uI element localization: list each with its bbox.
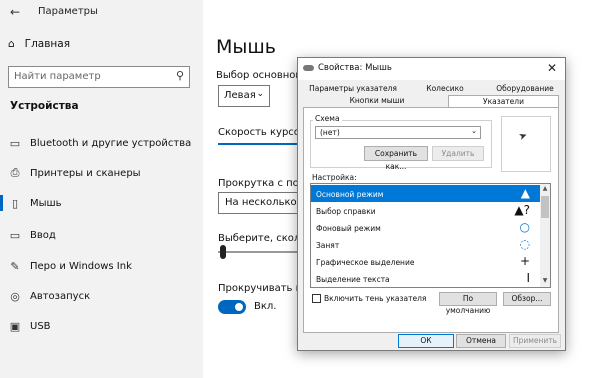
cursor-list[interactable]: Основной режим ▲ Выбор справки ▲? Фоновы… (310, 183, 551, 288)
primary-button-select[interactable]: Левая ⌄ (218, 85, 270, 107)
home-icon: ⌂ (8, 38, 15, 50)
pointer-shadow-checkbox[interactable] (312, 294, 321, 303)
cursor-name: Основной режим (316, 190, 384, 199)
sidebar-item-label: USB (30, 320, 51, 332)
list-item[interactable]: Выбор справки ▲? (311, 202, 540, 219)
sidebar-item-printers[interactable]: ⎙ Принтеры и сканеры (0, 159, 203, 187)
lines-slider-track (218, 251, 298, 253)
sidebar-item-mouse[interactable]: ▯ Мышь (0, 189, 203, 217)
list-item[interactable]: Фоновый режим ○ (311, 219, 540, 236)
sidebar-item-label: Bluetooth и другие устройства (30, 137, 192, 149)
bluetooth-icon: ▭ (9, 136, 21, 150)
cursor-speed-underline (218, 143, 298, 145)
sidebar-item-usb[interactable]: ▣ USB (0, 312, 203, 340)
sidebar-item-typing[interactable]: ▭ Ввод (0, 221, 203, 249)
tab-pointer-options[interactable]: Параметры указателя (306, 83, 400, 95)
sidebar-item-pen[interactable]: ✎ Перо и Windows Ink (0, 252, 203, 280)
scroll-up-icon[interactable]: ▲ (540, 185, 550, 192)
cursor-name: Выбор справки (316, 207, 376, 216)
autoplay-icon: ◎ (10, 289, 20, 303)
default-button[interactable]: По умолчанию (439, 292, 497, 315)
cancel-button[interactable]: Отмена (456, 334, 506, 348)
help-cursor-icon: ▲? (514, 203, 530, 217)
sidebar-item-bluetooth[interactable]: ▭ Bluetooth и другие устройства (0, 129, 203, 157)
browse-button[interactable]: Обзор... (503, 292, 551, 306)
cursor-name: Графическое выделение (316, 258, 415, 267)
pen-icon: ✎ (10, 259, 20, 273)
search-input[interactable]: Найти параметр ⚲ (8, 66, 190, 88)
ok-button[interactable]: ОК (398, 334, 454, 348)
home-label: Главная (24, 38, 71, 50)
save-as-button[interactable]: Сохранить как... (364, 146, 428, 171)
delete-button[interactable]: Удалить (432, 146, 484, 161)
lines-slider-thumb[interactable] (220, 245, 226, 259)
text-cursor-icon: I (526, 271, 530, 285)
sidebar-item-label: Мышь (30, 197, 62, 209)
inactive-scroll-toggle[interactable] (218, 300, 246, 314)
scheme-select[interactable]: (нет) ⌄ (315, 126, 481, 139)
app-title: Параметры (38, 6, 98, 17)
toggle-state: Вкл. (254, 301, 277, 312)
working-cursor-icon: ○ (519, 220, 530, 234)
customize-label: Настройка: (312, 173, 357, 182)
scrollbar-thumb[interactable] (541, 196, 549, 218)
sidebar-item-label: Ввод (30, 229, 56, 241)
back-arrow-icon[interactable]: ← (10, 5, 20, 19)
page-title: Мышь (216, 36, 276, 58)
chevron-down-icon: ⌄ (471, 127, 477, 135)
scheme-group-label: Схема (313, 114, 342, 123)
keyboard-icon: ▭ (9, 228, 21, 242)
list-item[interactable]: Занят ◌ (311, 236, 540, 253)
chevron-down-icon: ⌄ (256, 89, 264, 99)
busy-cursor-icon: ◌ (519, 237, 530, 251)
mouse-properties-dialog: Свойства: Мышь ✕ Параметры указателя Кол… (297, 57, 566, 351)
toggle-knob (235, 303, 243, 311)
tab-pointers[interactable]: Указатели (448, 95, 559, 107)
tab-wheel[interactable]: Колесико (402, 83, 488, 95)
cursor-preview: ➤ (501, 116, 551, 172)
scheme-value: (нет) (320, 128, 340, 137)
crosshair-cursor-icon: + (519, 254, 530, 268)
sidebar-item-autoplay[interactable]: ◎ Автозапуск (0, 282, 203, 310)
dialog-title: Свойства: Мышь (318, 63, 392, 73)
pointer-shadow-label: Включить тень указателя (324, 294, 427, 303)
printer-icon: ⎙ (10, 166, 20, 179)
home-nav[interactable]: ⌂ Главная (8, 38, 70, 50)
cursor-name: Фоновый режим (316, 224, 381, 233)
primary-button-value: Левая (224, 90, 256, 101)
cursor-name: Занят (316, 241, 340, 250)
sidebar-item-label: Принтеры и сканеры (30, 167, 141, 179)
sidebar-item-label: Автозапуск (30, 290, 91, 302)
search-icon[interactable]: ⚲ (176, 69, 184, 82)
scroll-down-icon[interactable]: ▼ (540, 277, 550, 284)
list-item[interactable]: Графическое выделение + (311, 253, 540, 270)
tab-hardware[interactable]: Оборудование (490, 83, 560, 95)
settings-sidebar: ← Параметры ⌂ Главная Найти параметр ⚲ У… (0, 0, 203, 378)
list-item[interactable]: Выделение текста I (311, 270, 540, 287)
cursor-name: Выделение текста (316, 275, 390, 284)
list-item[interactable]: Основной режим ▲ (311, 185, 540, 202)
usb-icon: ▣ (9, 319, 21, 333)
arrow-cursor-icon: ➤ (517, 129, 530, 144)
tab-buttons[interactable]: Кнопки мыши (306, 95, 448, 107)
section-title: Устройства (10, 100, 79, 112)
mouse-icon: ▯ (11, 196, 19, 210)
search-placeholder: Найти параметр (14, 71, 101, 82)
mouse-icon (303, 65, 314, 71)
arrow-cursor-icon: ▲ (520, 186, 530, 200)
sidebar-item-label: Перо и Windows Ink (30, 260, 132, 272)
apply-button[interactable]: Применить (509, 334, 561, 348)
close-icon[interactable]: ✕ (547, 61, 557, 75)
